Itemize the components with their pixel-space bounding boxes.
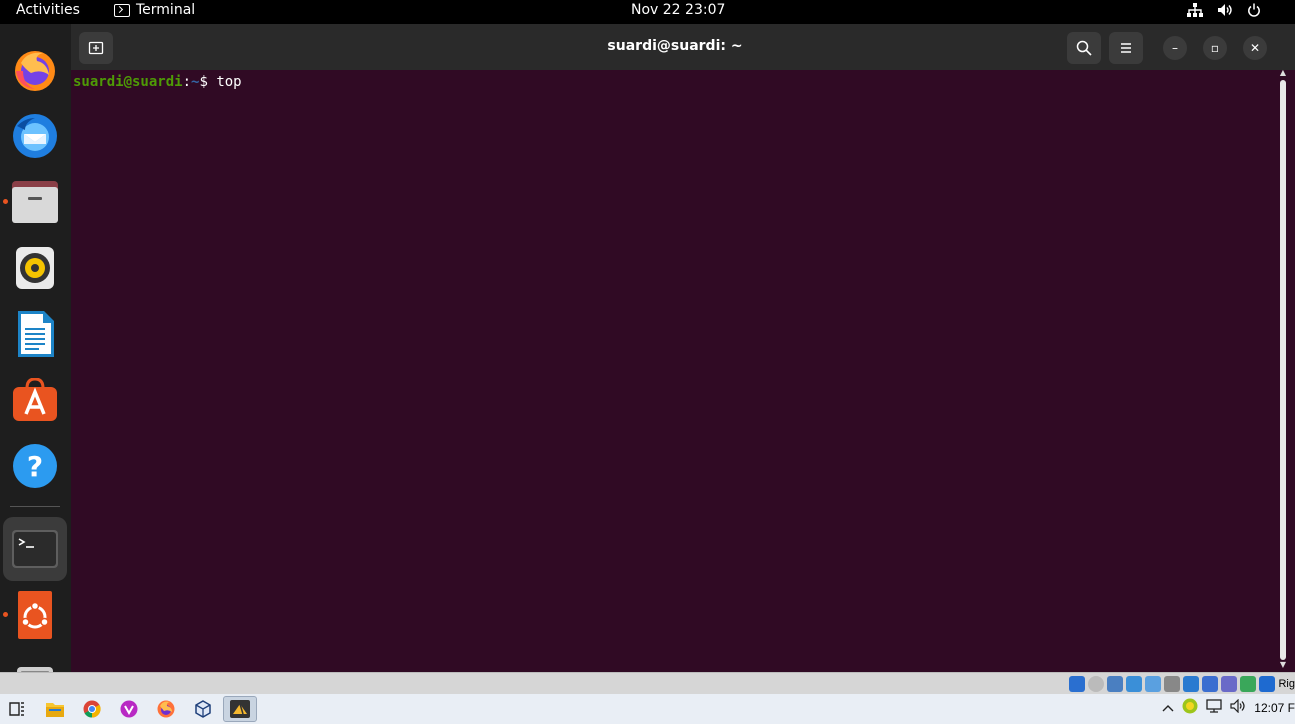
prompt-separator: : [182, 74, 192, 90]
dock: ? [0, 24, 71, 672]
host-network-icon[interactable] [1206, 699, 1222, 716]
writer-icon [18, 311, 54, 357]
brave-icon [120, 700, 138, 718]
taskbar-chrome[interactable] [75, 696, 109, 722]
task-view-icon [9, 702, 24, 716]
hamburger-menu-icon [1121, 43, 1131, 53]
vm-shared-folders-icon[interactable] [1164, 676, 1181, 692]
dock-firefox[interactable] [9, 44, 61, 96]
vm-keyboard-icon[interactable] [1259, 676, 1276, 692]
files-running-indicator [3, 199, 8, 204]
dock-terminal[interactable] [3, 517, 67, 581]
terminal-window: suardi@suardi: ~ – ▫ ✕ suardi@suardi:~$ … [71, 24, 1295, 672]
power-icon [1247, 3, 1261, 17]
command-text: top [216, 74, 242, 90]
taskbar-file-explorer[interactable] [38, 696, 72, 722]
taskbar-virtualbox[interactable] [186, 696, 220, 722]
clock[interactable]: Nov 22 23:07 [631, 2, 725, 18]
dock-separator [10, 506, 60, 507]
system-tray[interactable] [1187, 3, 1261, 17]
vm-usb-icon[interactable] [1145, 676, 1162, 692]
show-hidden-icons-chevron-icon[interactable] [1162, 701, 1174, 715]
vm-audio-icon[interactable] [1107, 676, 1124, 692]
host-key-label: Rig [1278, 678, 1295, 690]
app-menu[interactable]: Terminal [114, 2, 195, 18]
virtualbox-vm-icon [230, 700, 250, 718]
thunderbird-icon [13, 114, 57, 158]
taskbar-firefox[interactable] [149, 696, 183, 722]
taskbar-brave[interactable] [112, 696, 146, 722]
maximize-icon: ▫ [1210, 41, 1220, 55]
scroll-up-arrow-icon[interactable]: ▲ [1279, 69, 1287, 77]
app-center-icon [13, 378, 57, 421]
host-taskbar: 12:07 F [0, 694, 1295, 724]
terminal-icon [12, 530, 58, 568]
host-volume-icon[interactable] [1230, 698, 1246, 716]
scrollbar[interactable]: ▲ ▼ [1279, 69, 1287, 669]
header-bar: suardi@suardi: ~ – ▫ ✕ [71, 24, 1295, 70]
app-menu-label: Terminal [136, 2, 196, 18]
minimize-button[interactable]: – [1163, 36, 1187, 60]
vm-display-icon[interactable] [1183, 676, 1200, 692]
svg-text:?: ? [27, 450, 43, 483]
vm-network-icon[interactable] [1126, 676, 1143, 692]
network-icon [1187, 3, 1203, 17]
prompt-user: suardi@suardi [73, 74, 183, 90]
files-icon [12, 181, 58, 223]
dock-libreoffice-writer[interactable] [9, 308, 61, 360]
help-icon: ? [13, 444, 57, 488]
vm-storage-icon[interactable] [1069, 676, 1086, 692]
ubuntu-installer-icon [18, 591, 52, 639]
firefox-icon [157, 700, 175, 718]
activities-button[interactable]: Activities [16, 2, 80, 18]
vm-cpu-icon[interactable] [1221, 676, 1238, 692]
scrollbar-thumb[interactable] [1280, 80, 1286, 660]
close-button[interactable]: ✕ [1243, 36, 1267, 60]
vm-recording-icon[interactable] [1202, 676, 1219, 692]
dock-ubuntu-installer[interactable] [9, 589, 61, 641]
file-explorer-icon [46, 703, 64, 717]
terminal-app-icon [114, 3, 130, 17]
dock-thunderbird[interactable] [9, 110, 61, 162]
vm-optical-drive-icon[interactable] [1088, 676, 1105, 692]
firefox-icon [15, 51, 55, 91]
chrome-icon [83, 700, 101, 718]
host-clock[interactable]: 12:07 F [1254, 701, 1295, 715]
maximize-button[interactable]: ▫ [1203, 36, 1227, 60]
host-status-icon[interactable] [1182, 698, 1198, 717]
top-bar: Activities Terminal Nov 22 23:07 [0, 0, 1295, 24]
virtualbox-icon [195, 700, 211, 718]
host-system-tray: 12:07 F [1162, 698, 1295, 717]
dock-app-center[interactable] [9, 374, 61, 426]
dock-rhythmbox[interactable] [9, 242, 61, 294]
task-view-button[interactable] [0, 696, 34, 722]
disk-drive-icon [17, 667, 53, 672]
prompt-line: suardi@suardi:~$ top [73, 74, 1295, 90]
installer-running-indicator [3, 612, 8, 617]
terminal-output[interactable]: suardi@suardi:~$ top [71, 70, 1295, 672]
prompt-symbol: $ [199, 74, 217, 90]
minimize-icon: – [1172, 41, 1178, 55]
vm-mouse-integration-icon[interactable] [1240, 676, 1257, 692]
vm-status-bar: Rig [0, 672, 1295, 694]
dock-help[interactable]: ? [9, 440, 61, 492]
search-icon [1076, 40, 1092, 56]
dock-disk-drive[interactable] [9, 655, 61, 672]
scroll-down-arrow-icon[interactable]: ▼ [1279, 661, 1287, 669]
volume-icon [1217, 3, 1233, 17]
rhythmbox-icon [16, 247, 54, 289]
taskbar-vm-window[interactable] [223, 696, 257, 722]
search-button[interactable] [1067, 32, 1101, 64]
menu-button[interactable] [1109, 32, 1143, 64]
dock-files[interactable] [9, 176, 61, 228]
close-icon: ✕ [1249, 41, 1261, 55]
